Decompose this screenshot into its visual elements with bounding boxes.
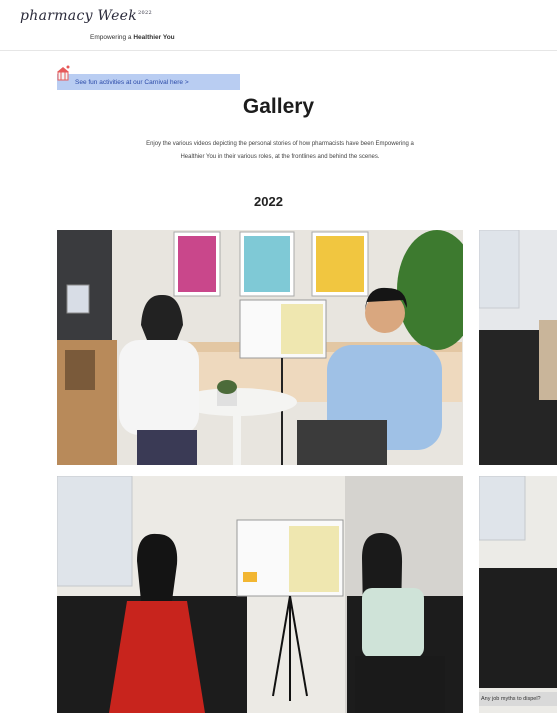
video-thumbnail-1-image (57, 230, 463, 465)
video-thumbnail-4-image (479, 476, 557, 713)
logo-year: 2022 (138, 10, 152, 17)
page-title: Gallery (242, 95, 315, 118)
carnival-banner-text: See fun activities at our Carnival here … (75, 78, 189, 86)
tagline-prefix: Empowering a (90, 34, 134, 41)
page-description: Enjoy the various videos depicting the p… (146, 141, 414, 160)
year-heading: 2022 (254, 194, 283, 209)
site-logo[interactable]: pharmacy Week2022 (20, 8, 152, 24)
video-thumbnail-2[interactable] (479, 230, 557, 465)
video-thumbnail-3[interactable] (57, 476, 463, 713)
video-thumbnail-4[interactable] (479, 476, 557, 713)
video-thumbnail-3-image (57, 476, 463, 713)
tagline-bold: Healthier You (133, 34, 175, 41)
video-caption-partial: Any job myths to dispel? (479, 692, 557, 706)
video-thumbnail-2-image (479, 230, 557, 465)
carnival-banner-link[interactable]: See fun activities at our Carnival here … (57, 65, 240, 90)
site-tagline: Empowering a Healthier You (90, 34, 175, 41)
site-header: pharmacy Week2022 Empowering a Healthier… (0, 0, 557, 51)
carnival-tent-icon (57, 65, 70, 81)
logo-text: pharmacy Week (20, 8, 138, 24)
video-thumbnail-1[interactable] (57, 230, 463, 465)
